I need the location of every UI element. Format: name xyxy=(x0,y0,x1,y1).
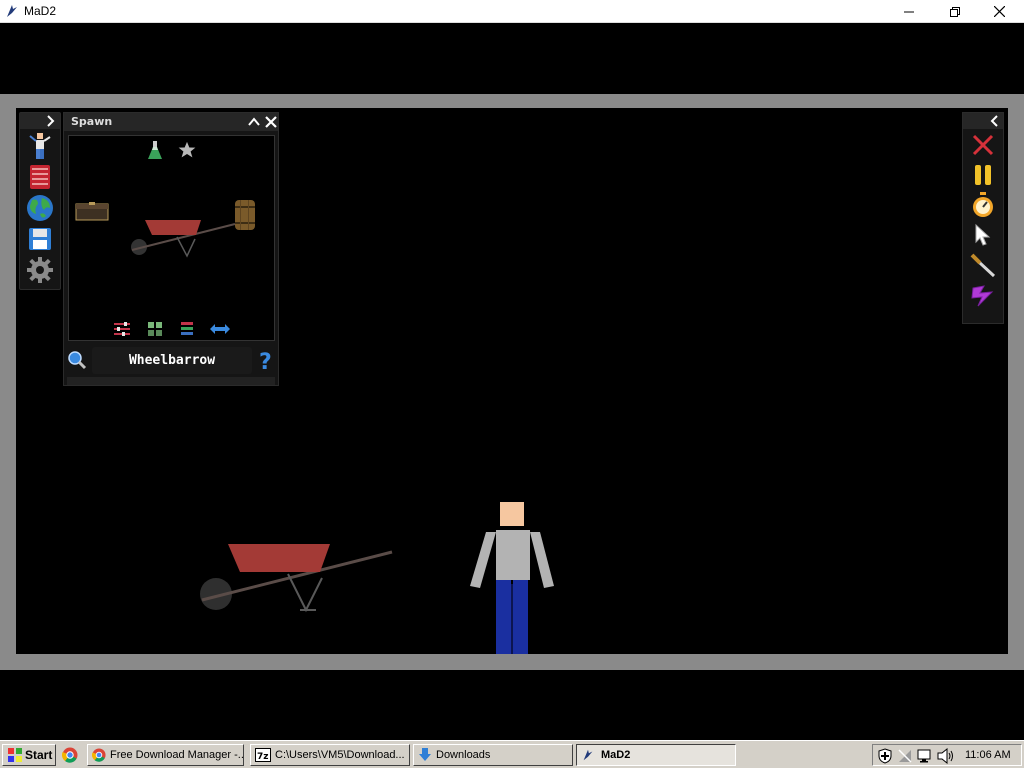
network-disconnected-icon[interactable] xyxy=(897,748,913,764)
pause-icon xyxy=(975,165,991,185)
chrome-icon xyxy=(92,748,106,762)
security-shield-icon[interactable] xyxy=(877,748,893,764)
lightning-icon xyxy=(971,285,994,307)
pointer-tool-button[interactable] xyxy=(969,221,997,249)
left-toolbar xyxy=(19,112,61,290)
swap-arrows-icon[interactable] xyxy=(209,323,231,335)
system-tray: 11:06 AM xyxy=(872,744,1022,766)
taskbar-clock[interactable]: 11:06 AM xyxy=(965,749,1011,761)
download-arrow-icon xyxy=(419,748,431,761)
spawn-panel-title: Spawn xyxy=(71,115,113,128)
left-toolbar-header xyxy=(20,113,60,129)
grid-icon[interactable] xyxy=(147,321,163,337)
spawn-item-wheelbarrow[interactable] xyxy=(129,216,241,260)
mad2-app-icon xyxy=(7,5,17,17)
close-icon xyxy=(993,6,1005,17)
person-right-leg xyxy=(513,580,528,654)
person-head xyxy=(500,502,524,526)
spawn-person-button[interactable] xyxy=(26,132,54,160)
person-right-arm xyxy=(530,532,554,588)
network-monitor-icon[interactable] xyxy=(917,748,933,764)
restore-button[interactable] xyxy=(932,0,978,23)
right-toolbar-header xyxy=(963,113,1003,129)
person-torso xyxy=(496,530,530,580)
spawn-close-icon[interactable] xyxy=(263,114,279,130)
spawn-item-grid xyxy=(68,135,275,341)
knife-tool-button[interactable] xyxy=(969,251,997,279)
chrome-quicklaunch-icon[interactable] xyxy=(62,747,78,763)
power-tool-button[interactable] xyxy=(969,281,997,309)
book-icon xyxy=(30,165,50,189)
task-mad2[interactable]: MaD2 xyxy=(576,744,736,766)
volume-icon[interactable] xyxy=(937,748,955,764)
clear-x-icon xyxy=(972,134,994,156)
pause-button[interactable] xyxy=(969,161,997,189)
search-icon[interactable] xyxy=(67,350,87,370)
save-button[interactable] xyxy=(26,225,54,253)
flask-icon[interactable] xyxy=(147,140,163,160)
svg-text:7z: 7z xyxy=(257,752,269,762)
spawn-search-row: Wheelbarrow ? xyxy=(67,345,277,375)
expand-chevron-icon[interactable] xyxy=(44,115,56,127)
svg-text:?: ? xyxy=(259,350,272,372)
task-label: Free Download Manager -... xyxy=(110,749,244,761)
spawn-panel-footer xyxy=(67,377,275,385)
minimize-icon xyxy=(904,11,914,12)
task-label: MaD2 xyxy=(601,749,631,761)
wheelbarrow-object[interactable] xyxy=(196,534,416,614)
start-label: Start xyxy=(25,748,53,762)
wheelbarrow-tray xyxy=(228,544,330,572)
minimize-button[interactable] xyxy=(886,0,932,23)
help-question-icon[interactable]: ? xyxy=(258,348,274,372)
person-icon xyxy=(29,133,51,159)
settings-gear-icon xyxy=(27,257,53,283)
task-7zip-folder[interactable]: 7z C:\Users\VM5\Download... xyxy=(250,744,410,766)
ragdoll-person[interactable] xyxy=(468,502,558,654)
settings-button[interactable] xyxy=(26,256,54,284)
task-downloads[interactable]: Downloads xyxy=(413,744,573,766)
taskbar: Start Free Download Manager -... 7z C:\U… xyxy=(0,740,1024,768)
stopwatch-icon xyxy=(973,192,993,217)
list-icon[interactable] xyxy=(180,321,194,337)
task-free-download-manager[interactable]: Free Download Manager -... xyxy=(87,744,244,766)
task-label: C:\Users\VM5\Download... xyxy=(275,749,405,761)
save-icon xyxy=(29,228,51,250)
clear-button[interactable] xyxy=(969,131,997,159)
globe-icon xyxy=(27,195,53,221)
person-left-leg xyxy=(496,580,511,654)
windows-flag-icon xyxy=(8,748,22,762)
close-window-button[interactable] xyxy=(976,0,1022,23)
start-button[interactable]: Start xyxy=(2,744,56,766)
spawn-panel: Spawn Wheelbarrow ? xyxy=(63,112,279,386)
encyclopedia-button[interactable] xyxy=(26,163,54,191)
star-icon[interactable] xyxy=(178,141,196,159)
cursor-icon xyxy=(975,223,991,246)
knife-icon xyxy=(970,253,996,278)
window-titlebar: MaD2 xyxy=(0,0,1024,23)
collapse-chevron-up-icon[interactable] xyxy=(246,114,262,130)
mad2-app-icon xyxy=(583,749,593,761)
sliders-icon[interactable] xyxy=(113,321,131,337)
7zip-icon: 7z xyxy=(255,748,271,762)
restore-icon xyxy=(950,6,960,17)
person-left-arm xyxy=(470,532,496,588)
spawn-search-field[interactable]: Wheelbarrow xyxy=(92,347,252,374)
world-button[interactable] xyxy=(26,194,54,222)
window-title: MaD2 xyxy=(24,4,57,18)
spawn-item-barrel[interactable] xyxy=(234,199,256,231)
spawn-panel-header[interactable]: Spawn xyxy=(64,113,278,131)
collapse-chevron-left-icon[interactable] xyxy=(989,115,1001,127)
spawn-item-suitcase[interactable] xyxy=(75,202,109,222)
task-label: Downloads xyxy=(436,749,491,761)
right-toolbar xyxy=(962,112,1004,324)
slow-motion-button[interactable] xyxy=(969,191,997,219)
